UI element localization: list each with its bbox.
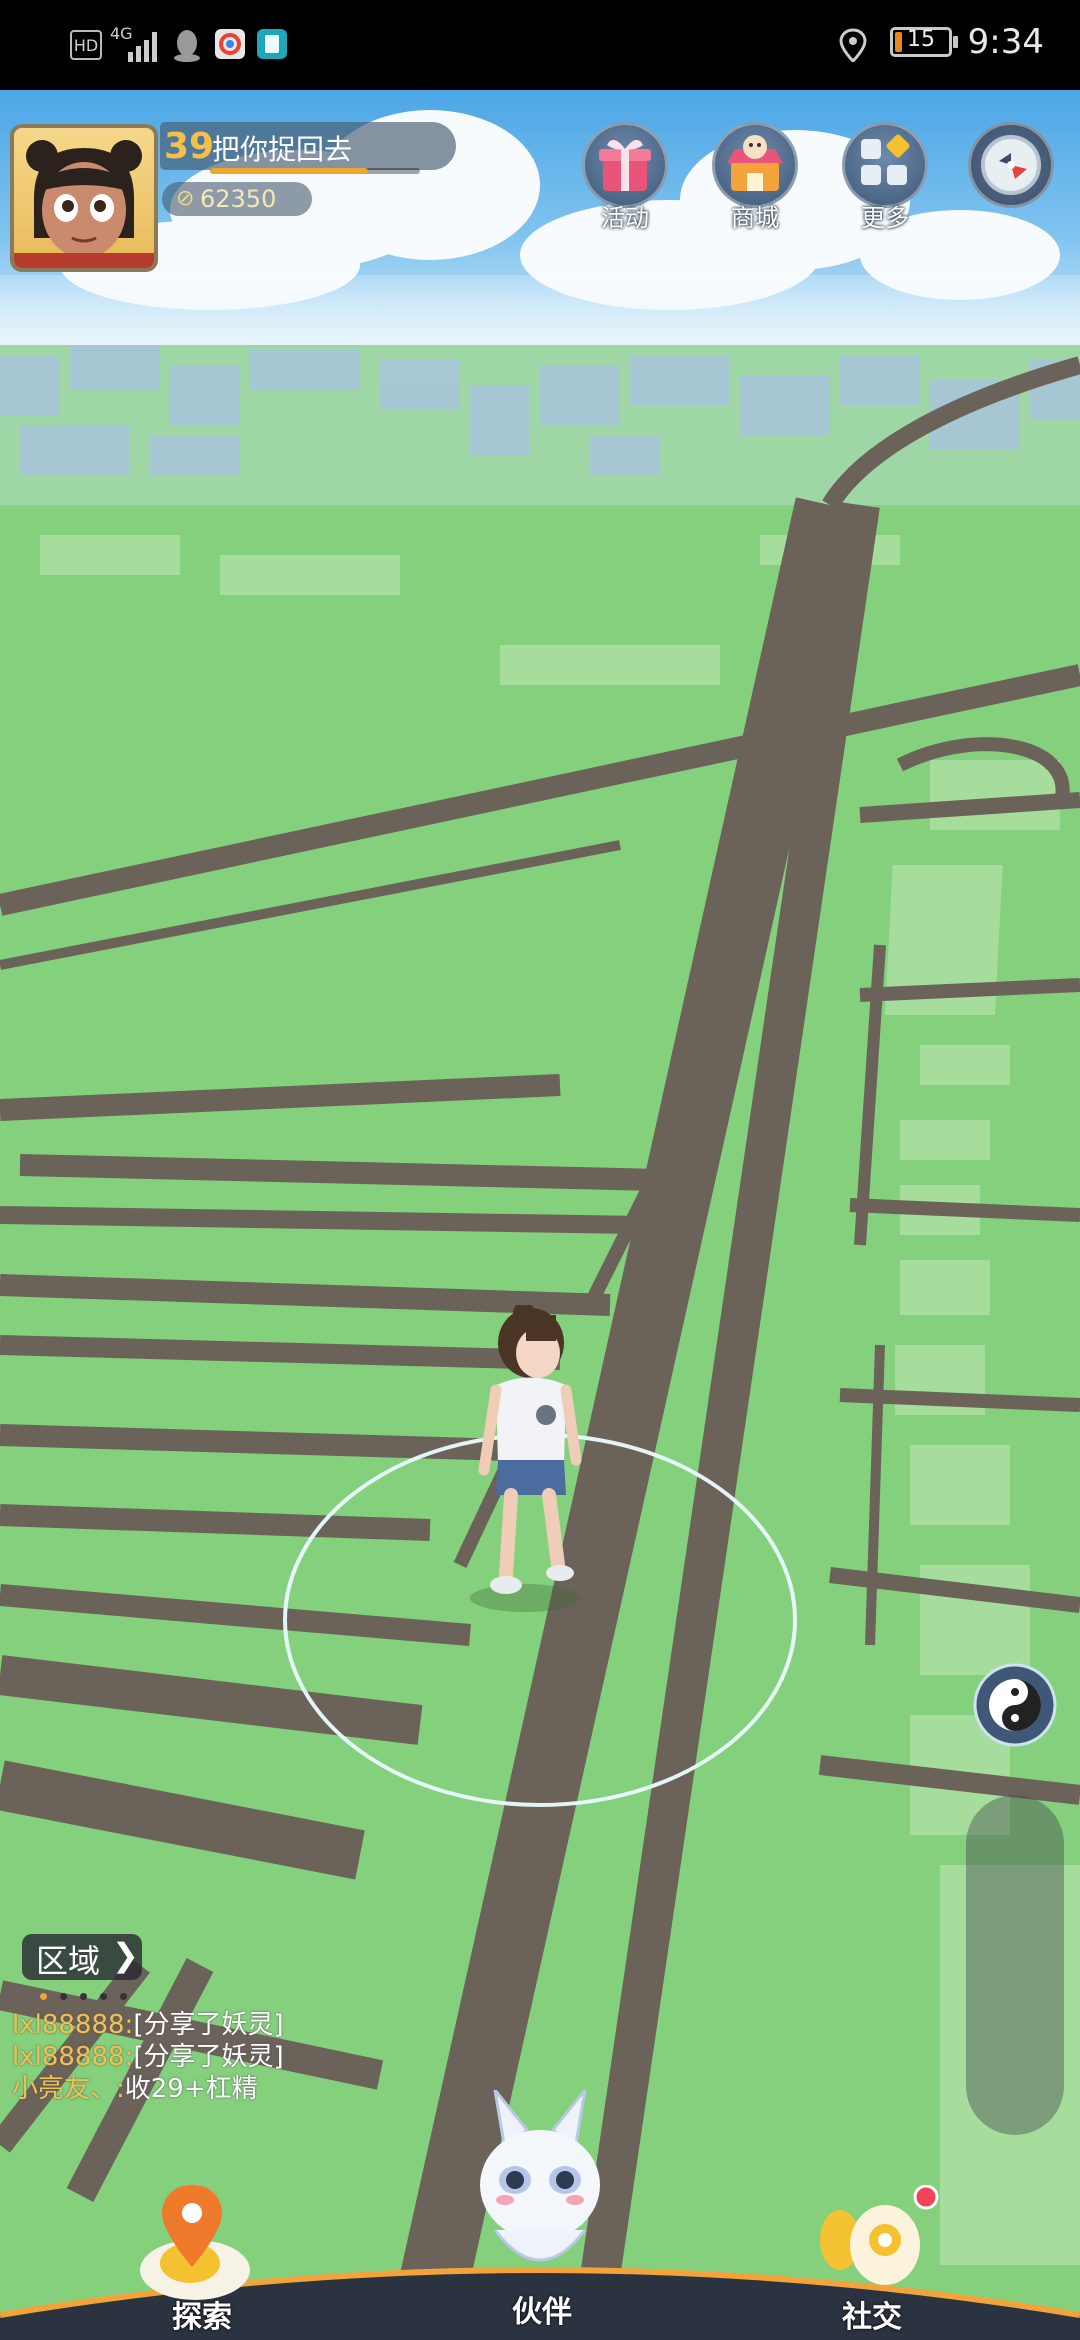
companion-label: 伙伴 — [512, 2295, 572, 2330]
compass-button[interactable] — [968, 122, 1054, 208]
activity-label: 活动 — [601, 204, 649, 232]
more-label: 更多 — [861, 204, 909, 232]
hd-icon: HD — [70, 30, 102, 60]
compass-icon — [981, 135, 1041, 195]
coin-icon: ⊘ — [176, 186, 195, 211]
yin-yang-button[interactable] — [972, 1662, 1058, 1748]
social-label: 社交 — [842, 2300, 902, 2335]
explore-button[interactable] — [130, 2175, 270, 2305]
explore-label: 探索 — [172, 2300, 232, 2335]
chat-sender: 小亮友、: — [12, 2074, 125, 2104]
chevron-right-icon: ❯ — [112, 1936, 139, 1974]
companion-spirit-icon — [480, 2090, 600, 2262]
status-bar: HD 4G 15 9:34 — [0, 0, 1080, 90]
side-panel-handle[interactable] — [966, 1795, 1064, 2135]
page-dot — [80, 1993, 87, 2000]
page-dot — [120, 1993, 127, 2000]
player-level: 39 — [164, 126, 215, 167]
battery-tip — [953, 36, 958, 48]
page-dot — [60, 1993, 67, 2000]
companion-button[interactable] — [465, 2090, 615, 2290]
gift-icon — [599, 139, 651, 191]
location-icon — [839, 28, 867, 62]
shop-button[interactable] — [712, 122, 798, 208]
notification-dot — [913, 2185, 939, 2210]
notes-app-icon — [257, 29, 287, 59]
signal-icon — [128, 32, 157, 62]
shop-icon — [727, 135, 783, 191]
chat-message[interactable]: 小亮友、:收29+杠精 — [12, 2068, 258, 2105]
social-button[interactable] — [800, 2185, 950, 2305]
qq-penguin-icon — [174, 30, 200, 62]
more-button[interactable] — [842, 122, 928, 208]
player-name: 把你捉回去 — [212, 133, 353, 166]
xp-fill — [210, 168, 368, 174]
coin-count: 62350 — [200, 185, 277, 213]
xp-bar — [210, 168, 420, 174]
activity-button[interactable] — [582, 122, 668, 208]
page-dot — [100, 1993, 107, 2000]
chat-text: 收29+杠精 — [124, 2074, 258, 2104]
social-icon — [820, 2205, 920, 2285]
browser-app-icon — [215, 29, 245, 59]
clock: 9:34 — [967, 22, 1044, 62]
shop-label: 商城 — [731, 204, 779, 232]
battery-level-label: 15 — [907, 27, 935, 52]
region-label: 区域 — [36, 1942, 101, 1980]
player-avatar[interactable] — [10, 124, 158, 272]
game-view[interactable]: 39 把你捉回去 ⊘ 62350 活动 商城 更多 区域 ❯ lxl88888:… — [0, 90, 1080, 2340]
avatar-portrait — [14, 140, 154, 268]
page-dot-active — [40, 1993, 47, 2000]
more-grid-icon — [861, 134, 910, 185]
battery-icon: 15 — [890, 27, 952, 57]
player-character[interactable] — [466, 1305, 596, 1615]
